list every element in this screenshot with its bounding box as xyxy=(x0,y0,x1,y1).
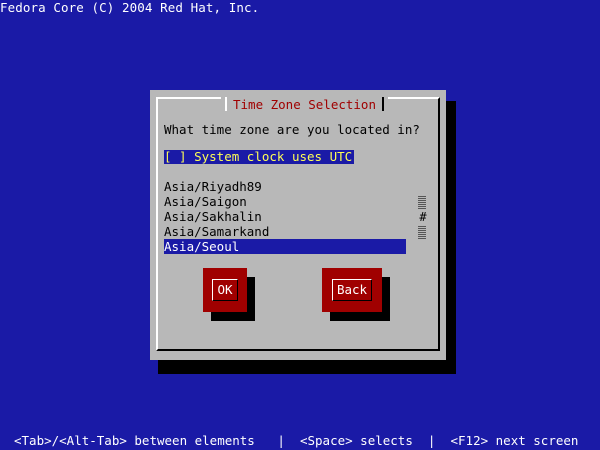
utc-checkbox[interactable]: [ ] System clock uses UTC xyxy=(164,150,354,164)
installer-banner: Fedora Core (C) 2004 Red Hat, Inc. xyxy=(0,0,260,15)
title-separator-right xyxy=(382,97,384,111)
timezone-list-item[interactable]: Asia/Saigon xyxy=(164,194,406,209)
timezone-list[interactable]: Asia/Riyadh89 Asia/Saigon Asia/Sakhalin … xyxy=(164,179,406,254)
timezone-list-item-selected[interactable]: Asia/Seoul xyxy=(164,239,406,254)
scrollbar-track-bottom[interactable] xyxy=(418,225,426,239)
key-help-status-bar: <Tab>/<Alt-Tab> between elements | <Spac… xyxy=(14,433,579,448)
time-zone-question: What time zone are you located in? xyxy=(164,122,420,137)
timezone-scrollbar[interactable]: # xyxy=(418,195,428,241)
ok-button[interactable]: OK xyxy=(203,268,247,312)
timezone-list-item[interactable]: Asia/Riyadh89 xyxy=(164,179,406,194)
back-button-label[interactable]: Back xyxy=(331,279,373,301)
ok-button-label[interactable]: OK xyxy=(212,279,238,301)
utc-checkbox-box[interactable]: [ ] xyxy=(164,150,187,164)
time-zone-dialog: Time Zone Selection What time zone are y… xyxy=(150,90,446,360)
scrollbar-thumb[interactable]: # xyxy=(418,210,428,224)
timezone-list-item[interactable]: Asia/Sakhalin xyxy=(164,209,406,224)
back-button[interactable]: Back xyxy=(322,268,382,312)
utc-checkbox-label: System clock uses UTC xyxy=(194,149,353,164)
dialog-title: Time Zone Selection xyxy=(233,96,376,112)
timezone-list-item[interactable]: Asia/Samarkand xyxy=(164,224,406,239)
scrollbar-track-top[interactable] xyxy=(418,195,426,209)
dialog-title-wrap: Time Zone Selection xyxy=(221,96,388,112)
